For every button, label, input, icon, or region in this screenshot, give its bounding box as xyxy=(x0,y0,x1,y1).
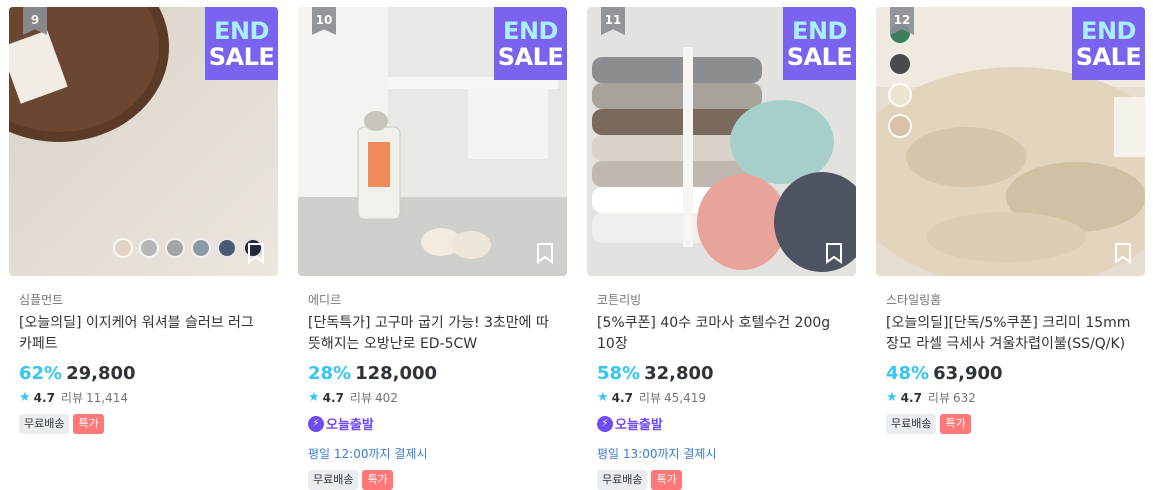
today-departure: ⚡ 오늘출발 xyxy=(308,414,567,433)
bookmark-icon[interactable] xyxy=(246,242,266,264)
discount-rate: 28% xyxy=(308,363,352,384)
star-icon: ★ xyxy=(886,390,898,405)
color-swatch[interactable] xyxy=(113,238,133,258)
review-count: 45,419 xyxy=(664,390,707,405)
free-shipping-tag: 무료배송 xyxy=(19,414,70,434)
color-swatches xyxy=(888,21,912,138)
order-deadline: 평일 12:00까지 결제시 xyxy=(308,447,428,461)
rating-score: 4.7 xyxy=(611,390,633,405)
product-card[interactable]: 9 END SALE 심플먼트 [오늘의딜] 이지케어 워셔블 슬러브 러그 카… xyxy=(9,7,278,434)
product-image[interactable]: 12 END SALE xyxy=(876,7,1145,276)
tag-list: 무료배송 특가 xyxy=(308,470,567,490)
tag-list: 무료배송 특가 xyxy=(886,414,1145,434)
color-swatch[interactable] xyxy=(217,238,237,258)
product-title[interactable]: [단독특가] 고구마 굽기 가능! 3초만에 따뜻해지는 오방난로 ED-5CW xyxy=(308,313,557,355)
today-departure-label: 오늘출발 xyxy=(326,418,374,433)
tag-list: 무료배송 특가 xyxy=(597,470,856,490)
color-swatch[interactable] xyxy=(888,114,912,138)
free-shipping-tag: 무료배송 xyxy=(886,414,937,434)
discount-rate: 58% xyxy=(597,363,641,384)
product-grid: 9 END SALE 심플먼트 [오늘의딜] 이지케어 워셔블 슬러브 러그 카… xyxy=(0,0,1153,490)
free-shipping-tag: 무료배송 xyxy=(308,470,359,490)
product-image[interactable]: 11 END SALE xyxy=(587,7,856,276)
price-row: 58% 32,800 xyxy=(597,363,856,384)
tag-list: 무료배송 특가 xyxy=(19,414,278,434)
rating-row: ★ 4.7 리뷰 402 xyxy=(308,389,567,406)
product-image[interactable]: 10 END SALE xyxy=(298,7,567,276)
today-departure-label: 오늘출발 xyxy=(615,418,663,433)
special-price-tag: 특가 xyxy=(362,470,393,490)
product-card[interactable]: 10 END SALE 에디르 [단독특가] 고구마 굽기 가능! 3초만에 따… xyxy=(298,7,567,490)
today-departure: ⚡ 오늘출발 xyxy=(597,414,856,433)
price: 29,800 xyxy=(66,363,136,384)
color-swatch[interactable] xyxy=(165,238,185,258)
end-sale-line2: SALE xyxy=(1075,42,1142,71)
color-swatch[interactable] xyxy=(888,83,912,107)
review-count: 11,414 xyxy=(86,390,129,405)
end-sale-line1: END xyxy=(1081,16,1136,45)
brand-name[interactable]: 스타일링홈 xyxy=(886,291,1145,308)
rating-row: ★ 4.7 리뷰 632 xyxy=(886,389,1145,406)
price: 63,900 xyxy=(933,363,1003,384)
price: 32,800 xyxy=(644,363,714,384)
review-label: 리뷰 xyxy=(638,391,662,405)
review-count: 632 xyxy=(953,390,976,405)
end-sale-badge: END SALE xyxy=(783,7,856,80)
price-row: 48% 63,900 xyxy=(886,363,1145,384)
brand-name[interactable]: 심플먼트 xyxy=(19,291,278,308)
product-title[interactable]: [오늘의딜][단독/5%쿠폰] 크리미 15mm 장모 라셀 극세사 겨울차렵이… xyxy=(886,313,1135,355)
rating-score: 4.7 xyxy=(322,390,344,405)
rating-row: ★ 4.7 리뷰 45,419 xyxy=(597,389,856,406)
product-title[interactable]: [5%쿠폰] 40수 코마사 호텔수건 200g 10장 xyxy=(597,313,846,355)
special-price-tag: 특가 xyxy=(651,470,682,490)
bookmark-icon[interactable] xyxy=(824,242,844,264)
review-label: 리뷰 xyxy=(349,391,373,405)
review-count: 402 xyxy=(375,390,398,405)
star-icon: ★ xyxy=(597,390,609,405)
end-sale-badge: END SALE xyxy=(494,7,567,80)
brand-name[interactable]: 코튼리빙 xyxy=(597,291,856,308)
lightning-icon: ⚡ xyxy=(308,415,324,432)
end-sale-badge: END SALE xyxy=(1072,7,1145,80)
rating-score: 4.7 xyxy=(33,390,55,405)
color-swatch[interactable] xyxy=(139,238,159,258)
color-swatch[interactable] xyxy=(888,52,912,76)
product-title[interactable]: [오늘의딜] 이지케어 워셔블 슬러브 러그 카페트 xyxy=(19,313,268,355)
star-icon: ★ xyxy=(308,390,320,405)
review-label: 리뷰 xyxy=(60,391,84,405)
price-row: 28% 128,000 xyxy=(308,363,567,384)
price-row: 62% 29,800 xyxy=(19,363,278,384)
review-label: 리뷰 xyxy=(927,391,951,405)
color-swatches xyxy=(113,238,263,258)
end-sale-line2: SALE xyxy=(786,42,853,71)
lightning-icon: ⚡ xyxy=(597,415,613,432)
color-swatch[interactable] xyxy=(191,238,211,258)
order-deadline: 평일 13:00까지 결제시 xyxy=(597,447,717,461)
free-shipping-tag: 무료배송 xyxy=(597,470,648,490)
price: 128,000 xyxy=(355,363,438,384)
end-sale-line1: END xyxy=(792,16,847,45)
product-image[interactable]: 9 END SALE xyxy=(9,7,278,276)
product-card[interactable]: 11 END SALE 코튼리빙 [5%쿠폰] 40수 코마사 호텔수건 200… xyxy=(587,7,856,490)
product-card[interactable]: 12 END SALE 스타일링홈 [오늘의딜][단독/5%쿠폰] 크리미 15… xyxy=(876,7,1145,434)
special-price-tag: 특가 xyxy=(73,414,104,434)
star-icon: ★ xyxy=(19,390,31,405)
discount-rate: 48% xyxy=(886,363,930,384)
end-sale-line2: SALE xyxy=(497,42,564,71)
rating-score: 4.7 xyxy=(900,390,922,405)
bookmark-icon[interactable] xyxy=(1113,242,1133,264)
end-sale-line2: SALE xyxy=(208,42,275,71)
end-sale-badge: END SALE xyxy=(205,7,278,80)
special-price-tag: 특가 xyxy=(940,414,971,434)
end-sale-line1: END xyxy=(503,16,558,45)
rating-row: ★ 4.7 리뷰 11,414 xyxy=(19,389,278,406)
bookmark-icon[interactable] xyxy=(535,242,555,264)
end-sale-line1: END xyxy=(214,16,269,45)
discount-rate: 62% xyxy=(19,363,63,384)
brand-name[interactable]: 에디르 xyxy=(308,291,567,308)
